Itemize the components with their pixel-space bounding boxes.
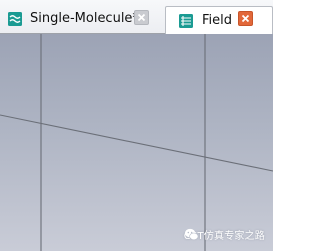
tab-label: Field <box>202 13 233 28</box>
tab-label: Single-Molecule* <box>30 11 139 26</box>
field-monitor-icon <box>179 13 193 28</box>
3d-viewport[interactable]: CST仿真专家之路 <box>0 34 273 251</box>
tab-single-molecule[interactable]: Single-Molecule* <box>2 5 156 32</box>
wechat-icon <box>184 228 199 241</box>
field-monitor-icon <box>8 11 22 26</box>
close-icon[interactable] <box>238 11 253 26</box>
tab-bar: Single-Molecule* Field <box>0 0 273 34</box>
watermark: CST仿真专家之路 <box>184 227 265 242</box>
close-icon[interactable] <box>134 10 149 25</box>
tab-field[interactable]: Field <box>165 6 273 34</box>
viewport-grid <box>0 34 273 251</box>
app-window: Single-Molecule* Field CST仿真专家之路 <box>0 0 273 251</box>
